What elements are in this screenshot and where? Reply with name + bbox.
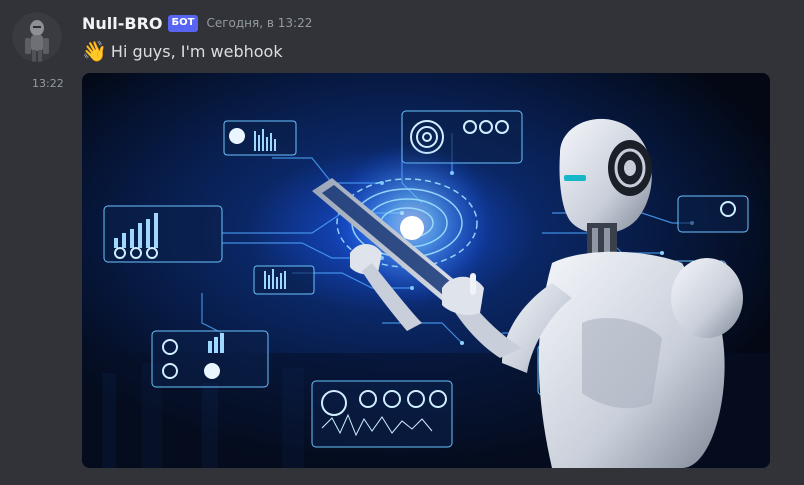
embedded-image[interactable] [82,73,770,468]
message-header: Null-BRO БОТ Сегодня, в 13:22 [82,12,312,34]
side-timestamp: 13:22 [32,77,64,90]
avatar-robot-image [12,12,62,62]
message-content: 👋 Hi guys, I'm webhook [82,37,283,65]
message-text: Hi guys, I'm webhook [110,41,283,61]
bot-badge: БОТ [167,14,199,32]
ai-robot-illustration [82,73,770,468]
username[interactable]: Null-BRO [82,14,163,33]
waving-hand-icon: 👋 [82,39,107,63]
chat-message: Null-BRO БОТ Сегодня, в 13:22 👋 Hi guys,… [0,0,804,485]
message-timestamp: Сегодня, в 13:22 [206,16,313,30]
avatar[interactable] [12,12,62,62]
